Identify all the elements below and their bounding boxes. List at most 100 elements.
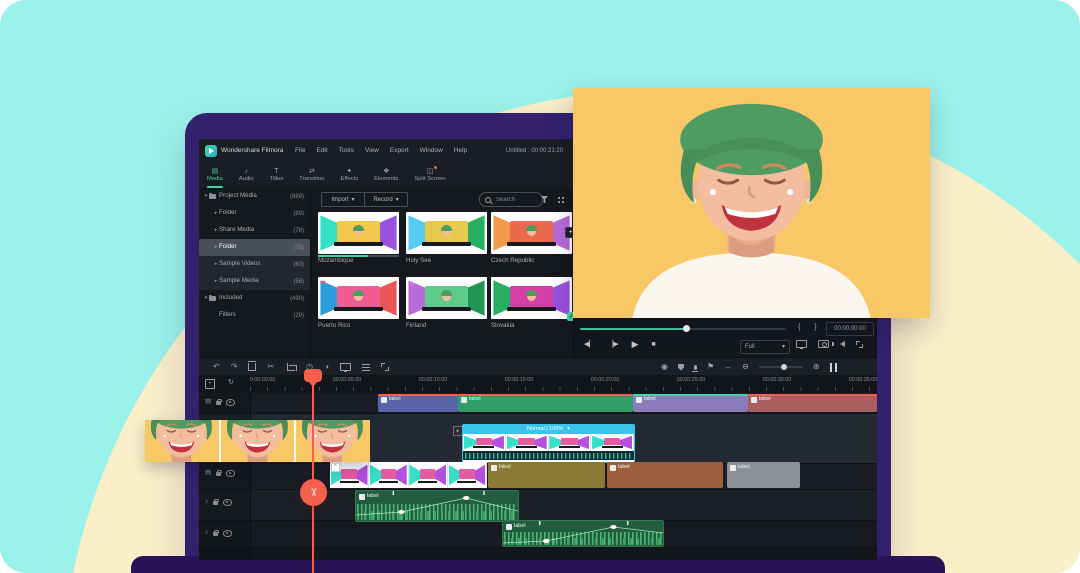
- split-scissors-icon[interactable]: ✂: [267, 363, 274, 371]
- zoom-in-icon[interactable]: ⊕: [813, 363, 820, 371]
- timeline-clip[interactable]: label: [378, 394, 458, 412]
- sidebar-item-folder[interactable]: ▸Folder(78): [199, 239, 310, 256]
- sidebar-item-folder[interactable]: ▸Folder(89): [199, 205, 310, 222]
- previous-frame-button[interactable]: ◀▏: [584, 341, 595, 348]
- timeline-clip[interactable]: label: [633, 394, 748, 412]
- redo-icon[interactable]: ↷: [231, 363, 238, 371]
- cycle-tracks-icon[interactable]: ↻: [228, 379, 234, 389]
- media-item[interactable]: Finland: [406, 277, 487, 329]
- fit-timeline-icon[interactable]: [381, 363, 389, 371]
- undo-icon[interactable]: ↶: [213, 363, 220, 371]
- lock-icon[interactable]: [216, 472, 221, 476]
- microphone-icon[interactable]: [694, 365, 697, 370]
- play-button[interactable]: ▶: [632, 340, 639, 349]
- sidebar-item-share-media[interactable]: ▸Share Media(78): [199, 222, 310, 239]
- grid-view-icon[interactable]: [558, 197, 560, 199]
- mark-in-button[interactable]: {: [798, 323, 801, 331]
- lock-icon[interactable]: [216, 401, 221, 405]
- snapshot-icon[interactable]: [818, 340, 829, 348]
- timeline-ruler[interactable]: + ↻ 00:00:00:0000:00:05:0000:00:10:0000:…: [199, 375, 877, 393]
- track-header-video3[interactable]: ▤: [205, 470, 235, 477]
- lock-icon[interactable]: [213, 532, 218, 536]
- audio-clip[interactable]: label: [502, 520, 664, 547]
- favorite-outline-badge-icon[interactable]: [409, 279, 416, 287]
- preview-zoom-select[interactable]: Full▾: [740, 340, 790, 354]
- visibility-icon[interactable]: [226, 470, 235, 477]
- import-button[interactable]: Import▾: [321, 192, 365, 207]
- display-device-icon[interactable]: [796, 340, 807, 348]
- collapse-icon[interactable]: ^: [331, 463, 340, 472]
- timeline-clip[interactable]: label: [458, 394, 633, 412]
- liked-badge-icon[interactable]: [321, 279, 326, 287]
- timeline-zoom-handle[interactable]: [781, 364, 787, 370]
- sidebar-item-sample-videos[interactable]: ▸Sample Videos(60): [199, 256, 310, 273]
- sidebar-item-sample-media[interactable]: ▸Sample Media(56): [199, 273, 310, 290]
- playhead-line[interactable]: [312, 380, 314, 573]
- sidebar-item-project-media[interactable]: ▾Project Media(889): [199, 188, 310, 205]
- menu-item-help[interactable]: Help: [454, 148, 467, 155]
- screen-record-icon[interactable]: [340, 363, 351, 371]
- menu-item-file[interactable]: File: [295, 148, 305, 155]
- tab-elements[interactable]: ❖Elements: [370, 163, 402, 188]
- sidebar-item-included[interactable]: ▾Included(490): [199, 290, 310, 307]
- search-field[interactable]: [479, 192, 543, 207]
- menu-item-view[interactable]: View: [365, 148, 379, 155]
- ruler-scale[interactable]: 00:00:00:0000:00:05:0000:00:10:0000:00:1…: [250, 375, 877, 393]
- mark-out-button[interactable]: }: [814, 323, 817, 331]
- render-preview-icon[interactable]: [678, 364, 684, 371]
- lock-icon[interactable]: [213, 501, 218, 505]
- marker-icon[interactable]: ⚑: [707, 363, 714, 371]
- menu-item-tools[interactable]: Tools: [339, 148, 354, 155]
- tab-effects[interactable]: ✦Effects: [337, 163, 363, 188]
- crop-icon[interactable]: [287, 363, 295, 371]
- selected-filmstrip-clip[interactable]: [145, 420, 370, 462]
- media-item[interactable]: Czech Republic: [491, 212, 572, 264]
- split-clip-button[interactable]: ✂: [300, 479, 327, 506]
- pip-clip-header[interactable]: Normal | 100%▾: [463, 425, 634, 434]
- sidebar-item-filters[interactable]: Filters(29): [199, 307, 310, 324]
- ripple-edit-icon[interactable]: ↔: [724, 363, 732, 371]
- media-item[interactable]: Mozambique: [318, 212, 399, 264]
- track-header-audio1[interactable]: ♪: [205, 499, 232, 506]
- tab-titles[interactable]: TTitles: [266, 163, 288, 188]
- timeline-zoom-slider[interactable]: [759, 366, 803, 368]
- track-height-icon[interactable]: [830, 363, 837, 372]
- download-badge-icon[interactable]: [481, 214, 485, 222]
- media-thumbnail[interactable]: [318, 212, 399, 254]
- fullscreen-icon[interactable]: [856, 341, 863, 348]
- search-input[interactable]: [494, 196, 534, 204]
- video-clip-frames-strip[interactable]: ^: [330, 462, 487, 488]
- tab-transition[interactable]: ⇄Transition: [295, 163, 328, 188]
- tab-media[interactable]: ▤Media: [203, 163, 227, 188]
- seek-handle[interactable]: [683, 325, 690, 332]
- menu-item-edit[interactable]: Edit: [316, 148, 327, 155]
- mute-icon[interactable]: [223, 530, 232, 537]
- media-item[interactable]: Puerto Rico: [318, 277, 399, 329]
- menu-item-window[interactable]: Window: [420, 148, 443, 155]
- media-thumbnail[interactable]: [406, 212, 487, 254]
- visibility-icon[interactable]: [226, 399, 235, 406]
- volume-icon[interactable]: [840, 341, 845, 347]
- media-thumbnail[interactable]: [318, 277, 399, 319]
- audio-clip[interactable]: label: [355, 490, 519, 522]
- pip-clip[interactable]: Normal | 100%▾: [462, 424, 635, 463]
- media-thumbnail[interactable]: [491, 277, 572, 319]
- adjust-icon[interactable]: [362, 364, 370, 371]
- tab-split-screen[interactable]: ◫Split Screen: [410, 163, 449, 188]
- timeline-clip[interactable]: label: [748, 394, 877, 412]
- menu-item-export[interactable]: Export: [390, 148, 409, 155]
- media-item[interactable]: Slovakia: [491, 277, 572, 329]
- manage-tracks-icon[interactable]: +: [205, 379, 215, 389]
- zoom-out-icon[interactable]: ⊖: [742, 363, 749, 371]
- timeline-clip[interactable]: label: [607, 462, 723, 488]
- timeline-clip[interactable]: label: [488, 462, 605, 488]
- color-icon[interactable]: ◑: [324, 363, 329, 371]
- media-thumbnail[interactable]: [406, 277, 487, 319]
- timeline-clip[interactable]: label: [727, 462, 800, 488]
- media-item[interactable]: Holy See: [406, 212, 487, 264]
- mute-icon[interactable]: [223, 499, 232, 506]
- record-voiceover-icon[interactable]: ◉: [661, 363, 668, 371]
- delete-icon[interactable]: [248, 363, 256, 371]
- record-button[interactable]: Record▾: [364, 192, 408, 207]
- stop-button[interactable]: ■: [651, 341, 655, 348]
